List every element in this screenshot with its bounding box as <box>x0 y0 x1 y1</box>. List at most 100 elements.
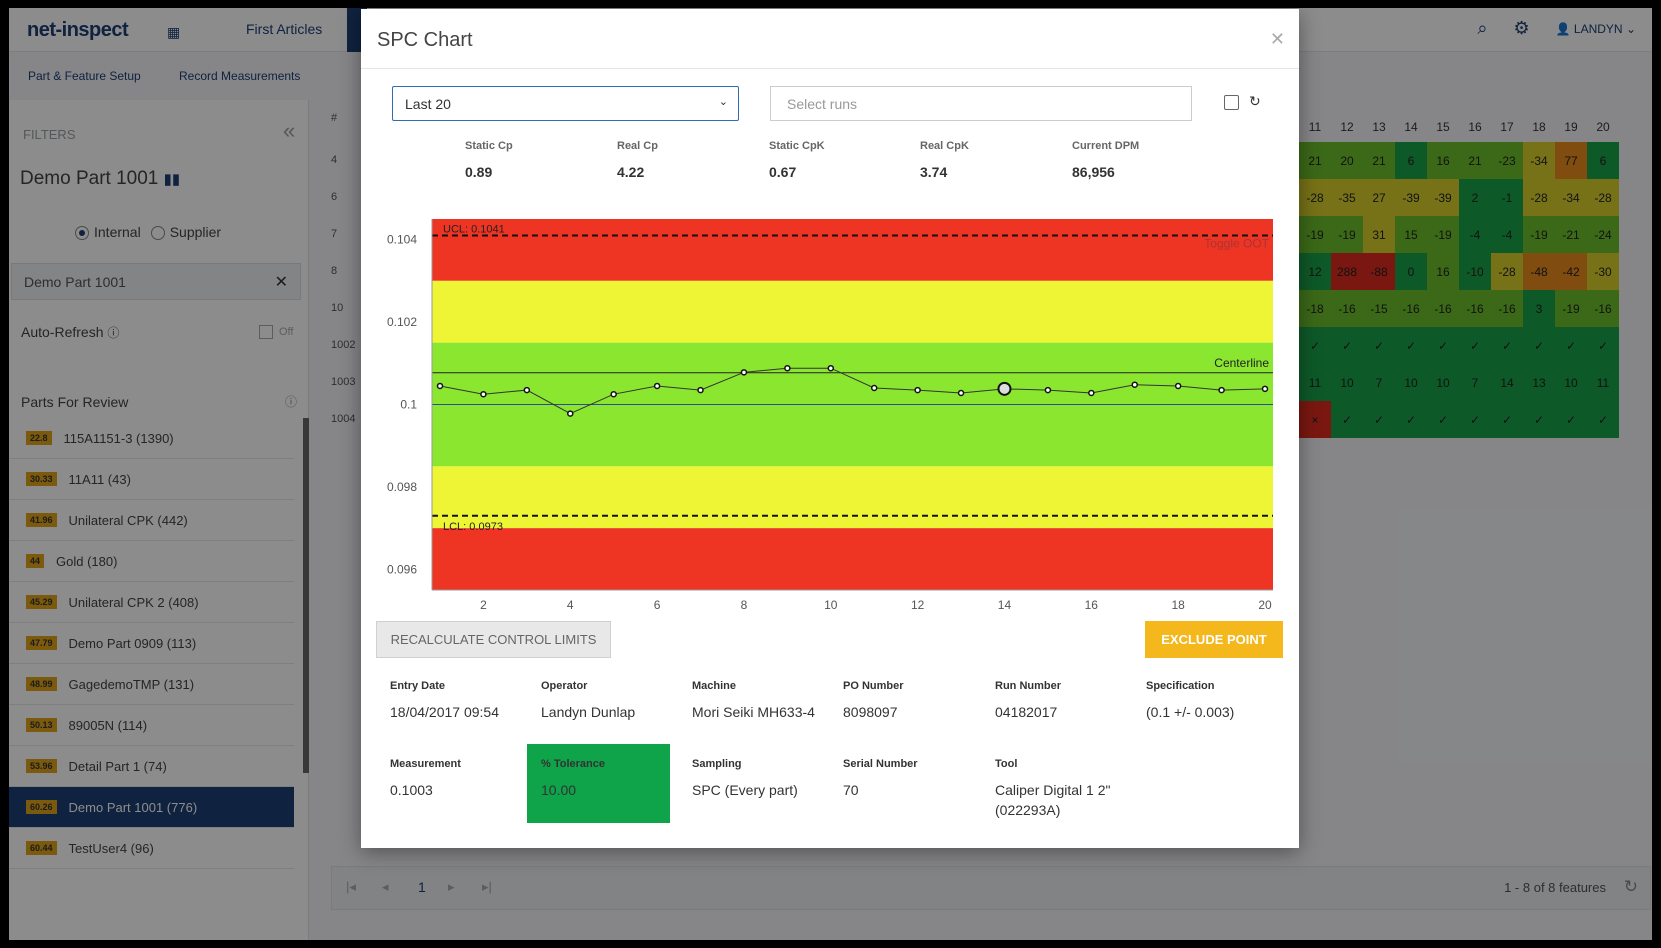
zone-band <box>432 466 1273 529</box>
y-tick-label: 0.104 <box>387 233 417 247</box>
selected-data-point[interactable] <box>997 381 1012 396</box>
x-tick-label: 14 <box>998 598 1012 612</box>
x-tick-label: 20 <box>1258 598 1272 612</box>
operator-value: Landyn Dunlap <box>541 704 636 720</box>
tool-field: Tool Caliper Digital 1 2" (022293A) <box>995 758 1115 820</box>
close-icon[interactable]: ✕ <box>1270 29 1285 50</box>
stat-value: 0.89 <box>465 164 493 180</box>
data-point[interactable] <box>610 390 617 398</box>
stat-item: Real CpK 3.74 <box>920 140 969 180</box>
x-tick-label: 12 <box>911 598 925 612</box>
x-tick-label: 10 <box>824 598 838 612</box>
x-tick-label: 2 <box>480 598 487 612</box>
modal-header: SPC Chart ✕ <box>361 9 1299 69</box>
run-number-label: Run Number <box>995 680 1061 692</box>
ucl-label: UCL: 0.1041 <box>443 223 505 235</box>
tolerance-value: 10.00 <box>541 782 577 798</box>
run-number-field: Run Number 04182017 <box>995 680 1138 722</box>
sampling-field: Sampling SPC (Every part) <box>692 758 835 800</box>
y-tick-label: 0.098 <box>387 480 417 494</box>
specification-label: Specification <box>1146 680 1215 692</box>
x-tick-label: 8 <box>741 598 748 612</box>
oot-checkbox[interactable] <box>1224 95 1239 110</box>
serial-number-value: 70 <box>843 782 859 798</box>
refresh-icon[interactable]: ↻ <box>1249 93 1261 110</box>
spc-chart-modal: SPC Chart ✕ Last 20 ⌄ Select runs ↻ Stat… <box>361 9 1299 848</box>
y-tick-label: 0.1 <box>400 398 417 412</box>
data-point[interactable] <box>1131 381 1138 388</box>
stat-value: 4.22 <box>617 164 645 180</box>
exclude-point-button[interactable]: EXCLUDE POINT <box>1145 621 1283 658</box>
data-point[interactable] <box>480 390 487 398</box>
x-tick-label: 4 <box>567 598 574 612</box>
tolerance-label: % Tolerance <box>541 758 605 770</box>
data-point[interactable] <box>436 382 444 390</box>
run-number-value: 04182017 <box>995 704 1058 720</box>
data-point[interactable] <box>957 389 965 397</box>
tool-label: Tool <box>995 758 1018 770</box>
data-point[interactable] <box>870 384 878 392</box>
data-point[interactable] <box>1174 382 1182 390</box>
stat-label: Real Cp <box>617 140 658 152</box>
y-tick-label: 0.096 <box>387 562 417 576</box>
specification-value: (0.1 +/- 0.003) <box>1146 704 1235 720</box>
machine-value: Mori Seiki MH633-4 <box>692 704 815 720</box>
entry-date-field: Entry Date 18/04/2017 09:54 <box>390 680 533 722</box>
stat-label: Real CpK <box>920 140 969 152</box>
range-select[interactable]: Last 20 ⌄ <box>392 86 739 121</box>
stat-value: 0.67 <box>769 164 797 180</box>
po-number-value: 8098097 <box>843 704 898 720</box>
operator-label: Operator <box>541 680 588 692</box>
data-point[interactable] <box>523 386 531 394</box>
zone-band <box>432 280 1273 343</box>
select-runs-input[interactable]: Select runs <box>770 86 1192 121</box>
sampling-label: Sampling <box>692 758 742 770</box>
serial-number-field: Serial Number 70 <box>843 758 986 800</box>
stat-label: Static CpK <box>769 140 825 152</box>
stat-label: Current DPM <box>1072 140 1140 152</box>
spc-chart: UCL: 0.1041 LCL: 0.0973 Centerline Toggle O… <box>387 219 1273 612</box>
measurement-field: Measurement 0.1003 <box>390 758 533 800</box>
lcl-label: LCL: 0.0973 <box>443 521 503 533</box>
specification-field: Specification (0.1 +/- 0.003) <box>1146 680 1289 722</box>
recalculate-control-limits-button[interactable]: RECALCULATE CONTROL LIMITS <box>376 621 611 658</box>
data-point[interactable] <box>1261 385 1269 393</box>
x-tick-label: 18 <box>1171 598 1185 612</box>
data-point[interactable] <box>1044 386 1052 394</box>
data-point[interactable] <box>784 364 791 372</box>
x-tick-label: 16 <box>1085 598 1099 612</box>
po-number-label: PO Number <box>843 680 904 692</box>
chevron-down-icon: ⌄ <box>718 96 728 108</box>
stat-item: Static CpK 0.67 <box>769 140 825 180</box>
data-point[interactable] <box>827 364 835 372</box>
stat-item: Static Cp 0.89 <box>465 140 513 180</box>
modal-title: SPC Chart <box>377 29 473 51</box>
entry-date-label: Entry Date <box>390 680 446 692</box>
data-point[interactable] <box>567 410 574 417</box>
data-point[interactable] <box>697 386 704 394</box>
zone-band <box>432 219 1273 281</box>
data-point[interactable] <box>1088 389 1095 397</box>
data-point[interactable] <box>740 369 748 376</box>
entry-date-value: 18/04/2017 09:54 <box>390 704 499 720</box>
zone-band <box>432 528 1273 590</box>
machine-label: Machine <box>692 680 737 692</box>
centerline-label: Centerline <box>1214 356 1269 370</box>
toggle-oot-label: Toggle OOT <box>1204 236 1269 250</box>
data-point[interactable] <box>914 386 921 394</box>
data-point[interactable] <box>1218 386 1225 394</box>
y-tick-label: 0.102 <box>387 315 417 329</box>
stat-label: Static Cp <box>465 140 513 152</box>
tolerance-field: % Tolerance 10.00 <box>527 744 670 823</box>
stat-item: Real Cp 4.22 <box>617 140 658 180</box>
stat-value: 3.74 <box>920 164 948 180</box>
machine-field: Machine Mori Seiki MH633-4 <box>692 680 835 722</box>
measurement-label: Measurement <box>390 758 461 770</box>
x-tick-label: 6 <box>654 598 661 612</box>
stat-value: 86,956 <box>1072 164 1115 180</box>
stat-item: Current DPM 86,956 <box>1072 140 1139 180</box>
data-point[interactable] <box>653 382 661 390</box>
serial-number-label: Serial Number <box>843 758 918 770</box>
po-number-field: PO Number 8098097 <box>843 680 986 722</box>
measurement-value: 0.1003 <box>390 782 433 798</box>
